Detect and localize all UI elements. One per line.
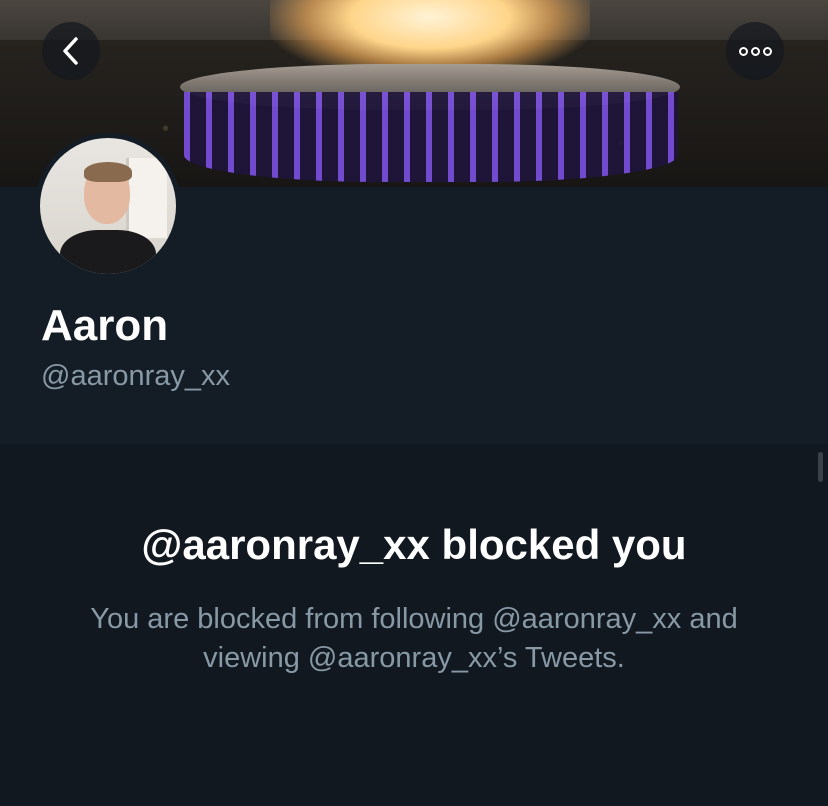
avatar-image [40,138,176,274]
profile-avatar[interactable] [35,133,181,279]
more-options-button[interactable] [726,22,784,80]
more-options-icon [738,46,772,56]
banner-stadium-body [184,92,678,182]
blocked-notice-description: You are blocked from following @aaronray… [90,603,738,674]
profile-handle: @aaronray_xx [41,360,231,392]
profile-display-name: Aaron [41,301,169,350]
scrollbar[interactable] [818,452,823,482]
back-button[interactable] [42,22,100,80]
chevron-left-icon [63,37,78,65]
blocked-notice-title: @aaronray_xx blocked you [141,521,687,568]
